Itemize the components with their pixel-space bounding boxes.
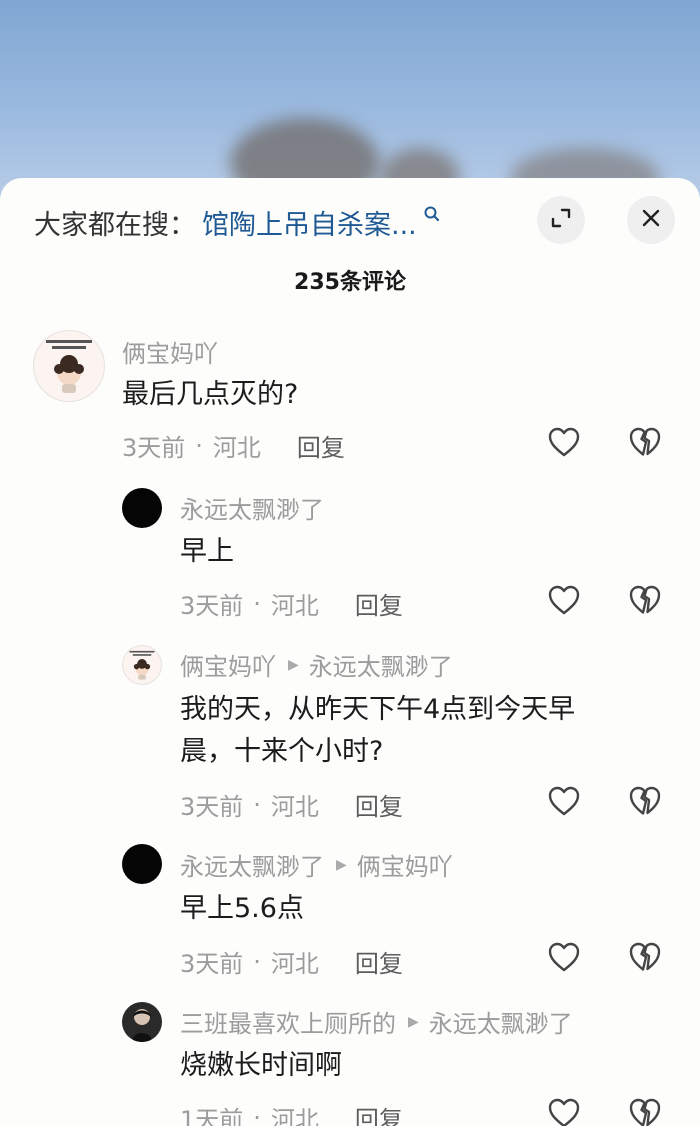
reply-to-name[interactable]: 俩宝妈吖: [357, 847, 453, 882]
comment-text: 早上5.6点: [180, 893, 304, 924]
reply-item: 永远太飘渺了 早上 3天前 · 河北 回复: [0, 486, 700, 626]
comment-meta: 3天前 · 河北 回复: [180, 787, 403, 822]
broken-heart-icon[interactable]: [628, 584, 662, 620]
separator-dot: ·: [253, 790, 261, 819]
comment-text: 早上: [180, 536, 234, 567]
comment-author[interactable]: 三班最喜欢上厕所的 ▶ 永远太飘渺了: [180, 1004, 573, 1039]
comment-author[interactable]: 俩宝妈吖: [122, 334, 218, 369]
play-triangle-icon: ▶: [336, 856, 347, 873]
comment-text-line: 我的天，从昨天下午4点到今天早: [180, 694, 576, 725]
comment-location: 河北: [270, 592, 319, 620]
broken-heart-icon[interactable]: [628, 941, 662, 977]
comment-meta: 3天前 · 河北 回复: [122, 428, 345, 463]
play-triangle-icon: ▶: [408, 1013, 419, 1030]
search-icon: [423, 205, 441, 227]
reply-item: 永远太飘渺了 ▶ 俩宝妈吖 早上5.6点 3天前 · 河北 回复: [0, 844, 700, 984]
trending-search-bar[interactable]: 大家都在搜： 馆陶上吊自杀案...: [34, 200, 441, 244]
reply-button[interactable]: 回复: [355, 586, 403, 621]
broken-heart-icon[interactable]: [628, 426, 662, 462]
comment-location: 河北: [270, 793, 319, 821]
avatar[interactable]: [33, 330, 105, 402]
separator-dot: ·: [253, 1103, 261, 1126]
comment-time: 3天前: [180, 950, 244, 978]
author-name[interactable]: 三班最喜欢上厕所的: [180, 1004, 396, 1039]
search-prefix-label: 大家都在搜：: [34, 209, 196, 241]
comment-text: 烧嫩长时间啊: [180, 1050, 342, 1081]
comment-time: 1天前: [180, 1106, 244, 1126]
reply-button[interactable]: 回复: [355, 1100, 403, 1126]
heart-icon[interactable]: [547, 584, 581, 620]
comment-meta: 3天前 · 河北 回复: [180, 944, 403, 979]
comments-sheet: 大家都在搜： 馆陶上吊自杀案... 235条评论 俩宝妈吖 最后几点灭的? 3天…: [0, 178, 700, 1126]
video-background: [0, 0, 700, 200]
reply-to-name[interactable]: 永远太飘渺了: [429, 1004, 573, 1039]
heart-icon[interactable]: [547, 785, 581, 821]
reply-button[interactable]: 回复: [355, 944, 403, 979]
author-name[interactable]: 俩宝妈吖: [180, 647, 276, 682]
comment-text: 最后几点灭的?: [122, 379, 299, 410]
comment-meta: 1天前 · 河北 回复: [180, 1100, 403, 1126]
comment-location: 河北: [270, 1106, 319, 1126]
comment-author[interactable]: 俩宝妈吖 ▶ 永远太飘渺了: [180, 647, 453, 682]
author-name[interactable]: 永远太飘渺了: [180, 847, 324, 882]
reply-item: 三班最喜欢上厕所的 ▶ 永远太飘渺了 烧嫩长时间啊 1天前 · 河北 回复: [0, 1000, 700, 1126]
avatar[interactable]: [122, 1002, 162, 1042]
comment-author[interactable]: 永远太飘渺了 ▶ 俩宝妈吖: [180, 847, 453, 882]
reply-button[interactable]: 回复: [297, 428, 345, 463]
comment-author[interactable]: 永远太飘渺了: [180, 490, 324, 525]
separator-dot: ·: [195, 431, 203, 460]
close-button[interactable]: [627, 196, 675, 244]
heart-icon[interactable]: [547, 1097, 581, 1126]
reply-item: 俩宝妈吖 ▶ 永远太飘渺了 我的天，从昨天下午4点到今天早 晨，十来个小时? 3…: [0, 644, 700, 824]
avatar[interactable]: [122, 488, 162, 528]
expand-button[interactable]: [537, 196, 585, 244]
author-name[interactable]: 永远太飘渺了: [180, 490, 324, 525]
separator-dot: ·: [253, 589, 261, 618]
comment-text-line: 晨，十来个小时?: [180, 736, 384, 767]
comment-location: 河北: [212, 434, 261, 462]
search-term-link[interactable]: 馆陶上吊自杀案...: [202, 203, 417, 242]
comment-meta: 3天前 · 河北 回复: [180, 586, 403, 621]
heart-icon[interactable]: [547, 426, 581, 462]
comment-item: 俩宝妈吖 最后几点灭的? 3天前 · 河北 回复: [0, 328, 700, 468]
reply-button[interactable]: 回复: [355, 787, 403, 822]
close-icon: [641, 208, 661, 232]
comment-time: 3天前: [180, 592, 244, 620]
avatar[interactable]: [122, 645, 162, 685]
play-triangle-icon: ▶: [288, 656, 299, 673]
comment-count-title: 235条评论: [294, 270, 406, 295]
expand-icon: [550, 207, 572, 233]
heart-icon[interactable]: [547, 941, 581, 977]
reply-to-name[interactable]: 永远太飘渺了: [309, 647, 453, 682]
comment-time: 3天前: [122, 434, 186, 462]
broken-heart-icon[interactable]: [628, 1097, 662, 1126]
comment-time: 3天前: [180, 793, 244, 821]
broken-heart-icon[interactable]: [628, 785, 662, 821]
comment-location: 河北: [270, 950, 319, 978]
author-name[interactable]: 俩宝妈吖: [122, 334, 218, 369]
separator-dot: ·: [253, 947, 261, 976]
avatar[interactable]: [122, 844, 162, 884]
